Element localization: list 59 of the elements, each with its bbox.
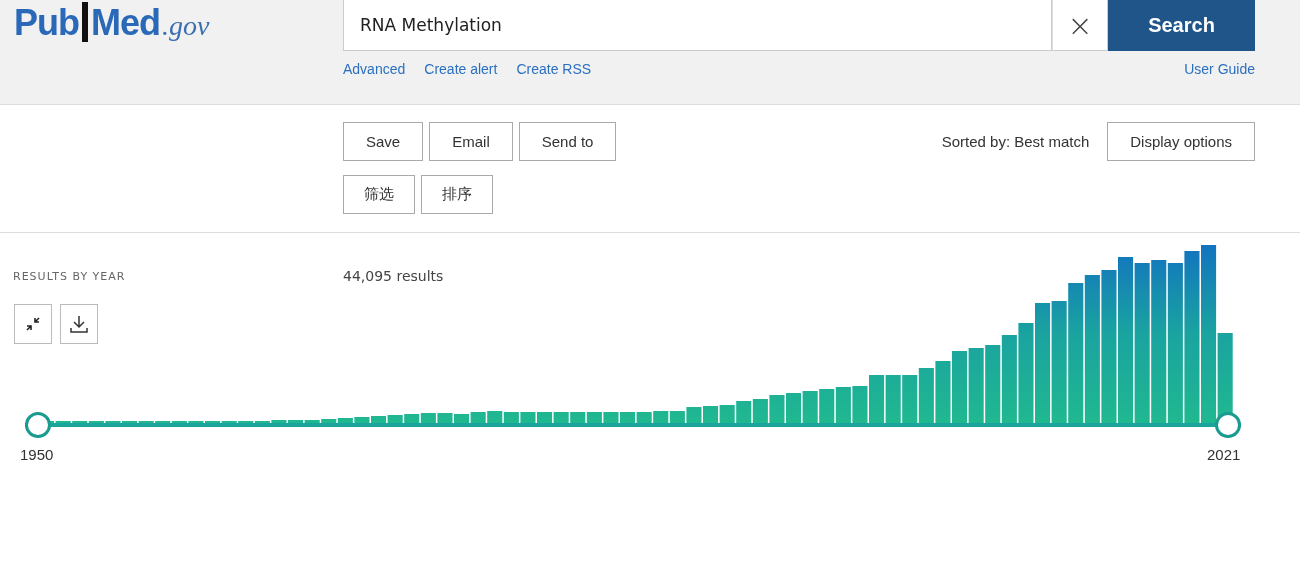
download-button[interactable] xyxy=(60,304,98,344)
year-bar xyxy=(852,386,868,423)
year-bar xyxy=(420,413,436,423)
range-handle[interactable] xyxy=(1215,412,1241,438)
end-year-label: 2021 xyxy=(1207,446,1241,463)
action-button[interactable]: Email xyxy=(429,122,513,161)
year-bar xyxy=(570,412,586,423)
collapse-icon xyxy=(26,317,40,331)
year-bar xyxy=(487,411,503,423)
year-bar xyxy=(819,389,835,423)
year-bar xyxy=(686,407,702,423)
section-heading: RESULTS BY YEAR xyxy=(12,269,127,283)
collapse-button[interactable] xyxy=(14,304,52,344)
year-bar xyxy=(703,406,719,423)
clear-button[interactable]: × xyxy=(1052,0,1108,51)
year-bar xyxy=(869,375,885,423)
year-bar xyxy=(669,411,685,423)
year-bar xyxy=(769,395,785,423)
action-button[interactable]: Send to xyxy=(518,122,617,161)
year-bar xyxy=(802,391,818,423)
pubmed-logo[interactable]: Pub Med.gov xyxy=(14,2,210,44)
year-bar xyxy=(470,412,486,423)
year-bar xyxy=(653,411,669,423)
year-bar xyxy=(503,412,519,423)
search-field[interactable]: RNA Methylation xyxy=(343,0,1052,51)
year-bar xyxy=(935,361,951,423)
year-bar xyxy=(786,393,802,423)
action-button[interactable]: 筛选 xyxy=(343,175,415,214)
header-link[interactable]: Advanced xyxy=(343,61,406,77)
start-year-label: 1950 xyxy=(20,446,54,463)
year-bar xyxy=(620,412,636,423)
year-bar xyxy=(520,412,536,423)
year-bar xyxy=(437,413,453,423)
download-icon xyxy=(69,314,89,334)
range-handle[interactable] xyxy=(25,412,51,438)
action-button[interactable]: 排序 xyxy=(421,175,493,214)
year-bar xyxy=(553,412,569,423)
year-bar xyxy=(885,375,901,423)
year-bar xyxy=(636,412,652,423)
year-bar xyxy=(736,401,752,423)
results-count: 44,095 results xyxy=(343,268,444,284)
search-button[interactable]: Search xyxy=(1108,0,1255,51)
year-bar xyxy=(537,412,553,423)
display-options-button[interactable]: Display options xyxy=(1107,122,1255,161)
year-bar xyxy=(752,399,768,423)
user-guide-link[interactable]: User Guide xyxy=(1184,61,1255,77)
year-bar xyxy=(404,414,420,423)
year-bar xyxy=(918,368,934,423)
action-button[interactable]: Save xyxy=(343,122,424,161)
year-bar xyxy=(835,387,851,423)
header-link[interactable]: Create RSS xyxy=(516,61,592,77)
year-bar xyxy=(952,351,968,423)
year-bar xyxy=(603,412,619,423)
year-bar xyxy=(719,405,735,423)
year-bar xyxy=(902,375,918,423)
sort-label: Sorted by: Best match xyxy=(941,133,1090,150)
year-bar xyxy=(586,412,602,423)
year-bar xyxy=(454,414,470,423)
header-link[interactable]: Create alert xyxy=(424,61,498,77)
